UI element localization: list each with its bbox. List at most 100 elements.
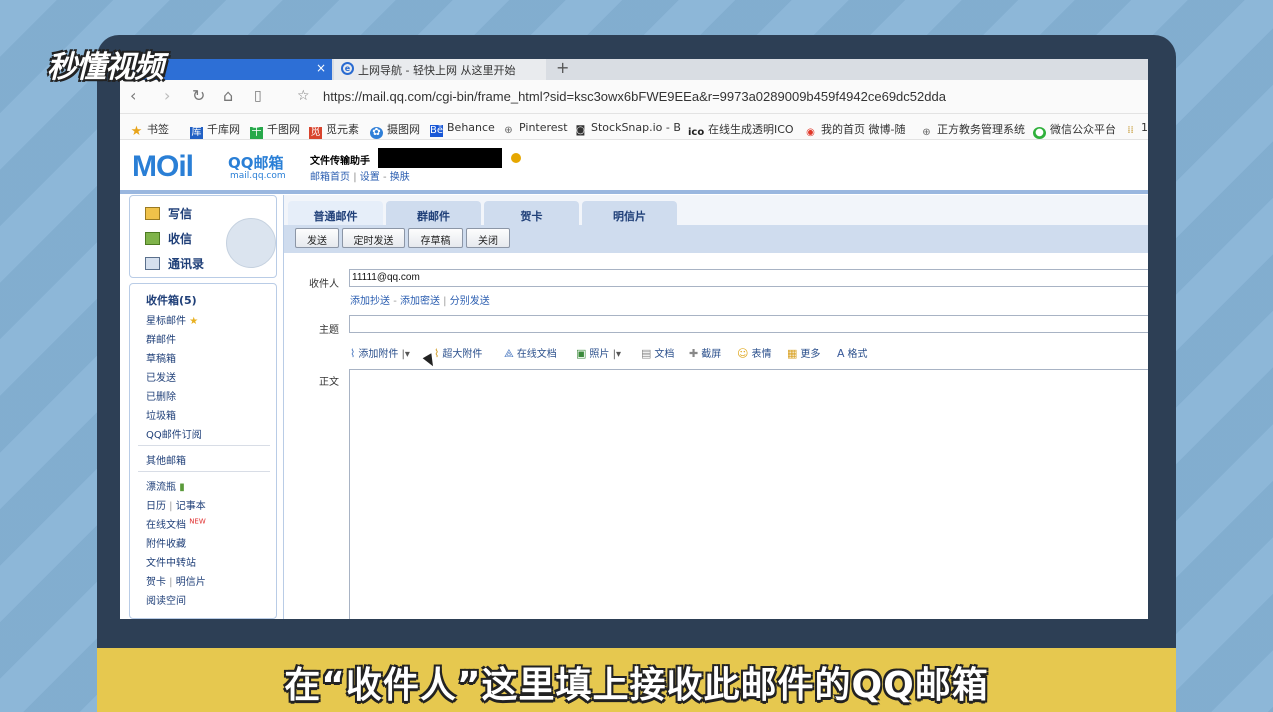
format-icon: A: [837, 347, 845, 360]
separate-send-link[interactable]: 分别发送: [450, 296, 490, 307]
header-divider: [120, 190, 1148, 194]
attachment-favorites[interactable]: 附件收藏: [146, 535, 186, 550]
cards-link[interactable]: 贺卡: [146, 577, 166, 588]
bookmark-item[interactable]: ✿ 摄图网: [370, 121, 420, 139]
postcards-link[interactable]: 明信片: [176, 577, 206, 588]
save-draft-button[interactable]: 存草稿: [408, 228, 463, 248]
tab-postcard[interactable]: 明信片: [582, 201, 677, 225]
large-attachment-button[interactable]: ⌇ 超大附件: [434, 345, 482, 360]
add-cc-link[interactable]: 添加抄送: [350, 296, 390, 307]
recipient-links: 添加抄送 - 添加密送 | 分别发送: [350, 296, 490, 307]
scheduled-send-button[interactable]: 定时发送: [342, 228, 405, 248]
folder-list: 收件箱(5) 星标邮件 ★ 群邮件 草稿箱 已发送 已删除 垃圾箱 QQ邮件订阅…: [129, 283, 277, 619]
reader-icon[interactable]: ▯: [254, 88, 262, 104]
body-label: 正文: [319, 377, 339, 388]
to-field[interactable]: 11111@qq.com: [349, 269, 1148, 287]
file-transfer[interactable]: 文件中转站: [146, 554, 196, 569]
document-icon: ▤: [641, 347, 652, 360]
bookmark-item[interactable]: ★ 书签: [130, 121, 169, 138]
wechat-icon: ●: [1033, 127, 1046, 139]
bookmark-item[interactable]: ◉ 我的首页 微博-随: [804, 121, 905, 139]
folder-spam[interactable]: 垃圾箱: [146, 407, 176, 422]
body-editor[interactable]: [349, 369, 1148, 619]
user-links: 邮箱首页 | 设置 - 换肤: [310, 172, 410, 183]
add-bcc-link[interactable]: 添加密送: [400, 296, 440, 307]
folder-starred[interactable]: 星标邮件 ★: [146, 312, 198, 327]
bookmark-item[interactable]: 库千库网: [190, 121, 240, 139]
format-button[interactable]: A 格式: [837, 345, 868, 360]
online-docs-button[interactable]: ⟁ 在线文档: [504, 345, 557, 361]
other-mailboxes[interactable]: 其他邮箱: [146, 452, 186, 467]
calendar-link[interactable]: 日历: [146, 501, 166, 512]
bookmark-item[interactable]: ico 在线生成透明ICO: [688, 121, 794, 139]
tab-normal-mail[interactable]: 普通邮件: [288, 201, 383, 225]
qqmail-logo[interactable]: MOil: [132, 150, 194, 184]
tab-greeting-card[interactable]: 贺卡: [484, 201, 579, 225]
folder-group[interactable]: 群邮件: [146, 331, 176, 346]
compose-panel: 普通邮件 群邮件 贺卡 明信片 发送 定时发送 存草稿 关闭 收件人 11111…: [283, 195, 1148, 619]
bookmark-star-icon[interactable]: ☆: [297, 88, 310, 104]
folder-sent[interactable]: 已发送: [146, 369, 176, 384]
large-attachment-icon: ⌇: [434, 347, 440, 360]
camera-icon: ◙: [575, 125, 586, 136]
tab-group-mail[interactable]: 群邮件: [386, 201, 481, 225]
screenshot-button[interactable]: ✚ 截屏: [689, 345, 721, 360]
screenshot-icon: ✚: [689, 347, 699, 360]
tab-navigation[interactable]: e 上网导航 - 轻快上网 从这里开始: [334, 59, 546, 80]
bookmark-item[interactable]: ● 微信公众平台: [1033, 121, 1116, 139]
address-bar: ‹ › ↻ ⌂ ▯ ☆ https://mail.qq.com/cgi-bin/…: [120, 80, 1148, 114]
folder-drafts[interactable]: 草稿箱: [146, 350, 176, 365]
tab-bar: × e 上网导航 - 轻快上网 从这里开始 +: [120, 59, 1148, 80]
send-button[interactable]: 发送: [295, 228, 339, 248]
star-icon: ★: [130, 124, 143, 139]
url-field[interactable]: https://mail.qq.com/cgi-bin/frame_html?s…: [323, 89, 946, 104]
bookmark-item[interactable]: 觅觅元素: [309, 121, 359, 139]
emoji-button[interactable]: ☺ 表情: [737, 345, 771, 360]
to-label: 收件人: [309, 279, 339, 290]
photo-button[interactable]: ▣ 照片 |▾: [576, 345, 621, 360]
folder-deleted[interactable]: 已删除: [146, 388, 176, 403]
document-button[interactable]: ▤ 文档: [641, 345, 674, 360]
back-icon[interactable]: ‹: [130, 86, 136, 105]
bookmark-item[interactable]: ⊕ Pinterest: [502, 121, 567, 137]
folder-inbox[interactable]: 收件箱(5): [146, 292, 197, 308]
bookmark-item[interactable]: Bē Behance: [430, 121, 495, 137]
reading-space[interactable]: 阅读空间: [146, 592, 186, 607]
qianku-icon: 库: [190, 127, 203, 139]
close-tab-icon[interactable]: ×: [316, 61, 326, 75]
receive-button[interactable]: 收信: [145, 230, 192, 247]
settings-link[interactable]: 设置: [360, 172, 380, 183]
bookmark-item[interactable]: ◙ StockSnap.io - B: [574, 121, 681, 137]
home-icon[interactable]: ⌂: [223, 86, 233, 105]
new-tab-icon[interactable]: +: [556, 59, 569, 77]
compose-icon: [145, 207, 160, 220]
subject-field[interactable]: [349, 315, 1148, 333]
subject-label: 主题: [319, 325, 339, 336]
bookmark-item[interactable]: ⁞⁞ 1: [1124, 121, 1148, 137]
bookmarks-bar: ★ 书签 库千库网 千千图网 觅觅元素 ✿ 摄图网 Bē Behance ⊕ Pinte…: [120, 114, 1148, 140]
bookmark-item[interactable]: 千千图网: [250, 121, 300, 139]
contacts-icon: [145, 257, 160, 270]
ie-icon: e: [341, 62, 354, 75]
notebook-link[interactable]: 记事本: [176, 501, 206, 512]
online-docs[interactable]: 在线文档 NEW: [146, 516, 206, 531]
shetu-icon: ✿: [370, 127, 383, 139]
forward-icon[interactable]: ›: [164, 86, 170, 105]
calendar-notes: 日历 | 记事本: [146, 501, 206, 512]
cards-postcards: 贺卡 | 明信片: [146, 577, 206, 588]
compose-button[interactable]: 写信: [145, 205, 192, 222]
drift-bottle[interactable]: 漂流瓶 ▮: [146, 478, 185, 493]
reload-icon[interactable]: ↻: [192, 86, 205, 105]
add-attachment-button[interactable]: ⌇ 添加附件 |▾: [350, 345, 410, 360]
warning-icon[interactable]: [511, 153, 521, 163]
more-button[interactable]: ▦ 更多: [787, 345, 820, 360]
close-button[interactable]: 关闭: [466, 228, 510, 248]
contacts-button[interactable]: 通讯录: [145, 255, 204, 272]
emoji-icon: ☺: [737, 347, 749, 360]
compose-form: 收件人 11111@qq.com 添加抄送 - 添加密送 | 分别发送 主题 ⌇…: [284, 253, 1148, 619]
mailbox-home-link[interactable]: 邮箱首页: [310, 172, 350, 183]
bookmark-item[interactable]: ⊕ 正方教务管理系统: [920, 121, 1025, 139]
folder-subscriptions[interactable]: QQ邮件订阅: [146, 426, 202, 441]
skin-link[interactable]: 换肤: [390, 172, 410, 183]
tab-label: 上网导航 - 轻快上网 从这里开始: [358, 64, 516, 77]
